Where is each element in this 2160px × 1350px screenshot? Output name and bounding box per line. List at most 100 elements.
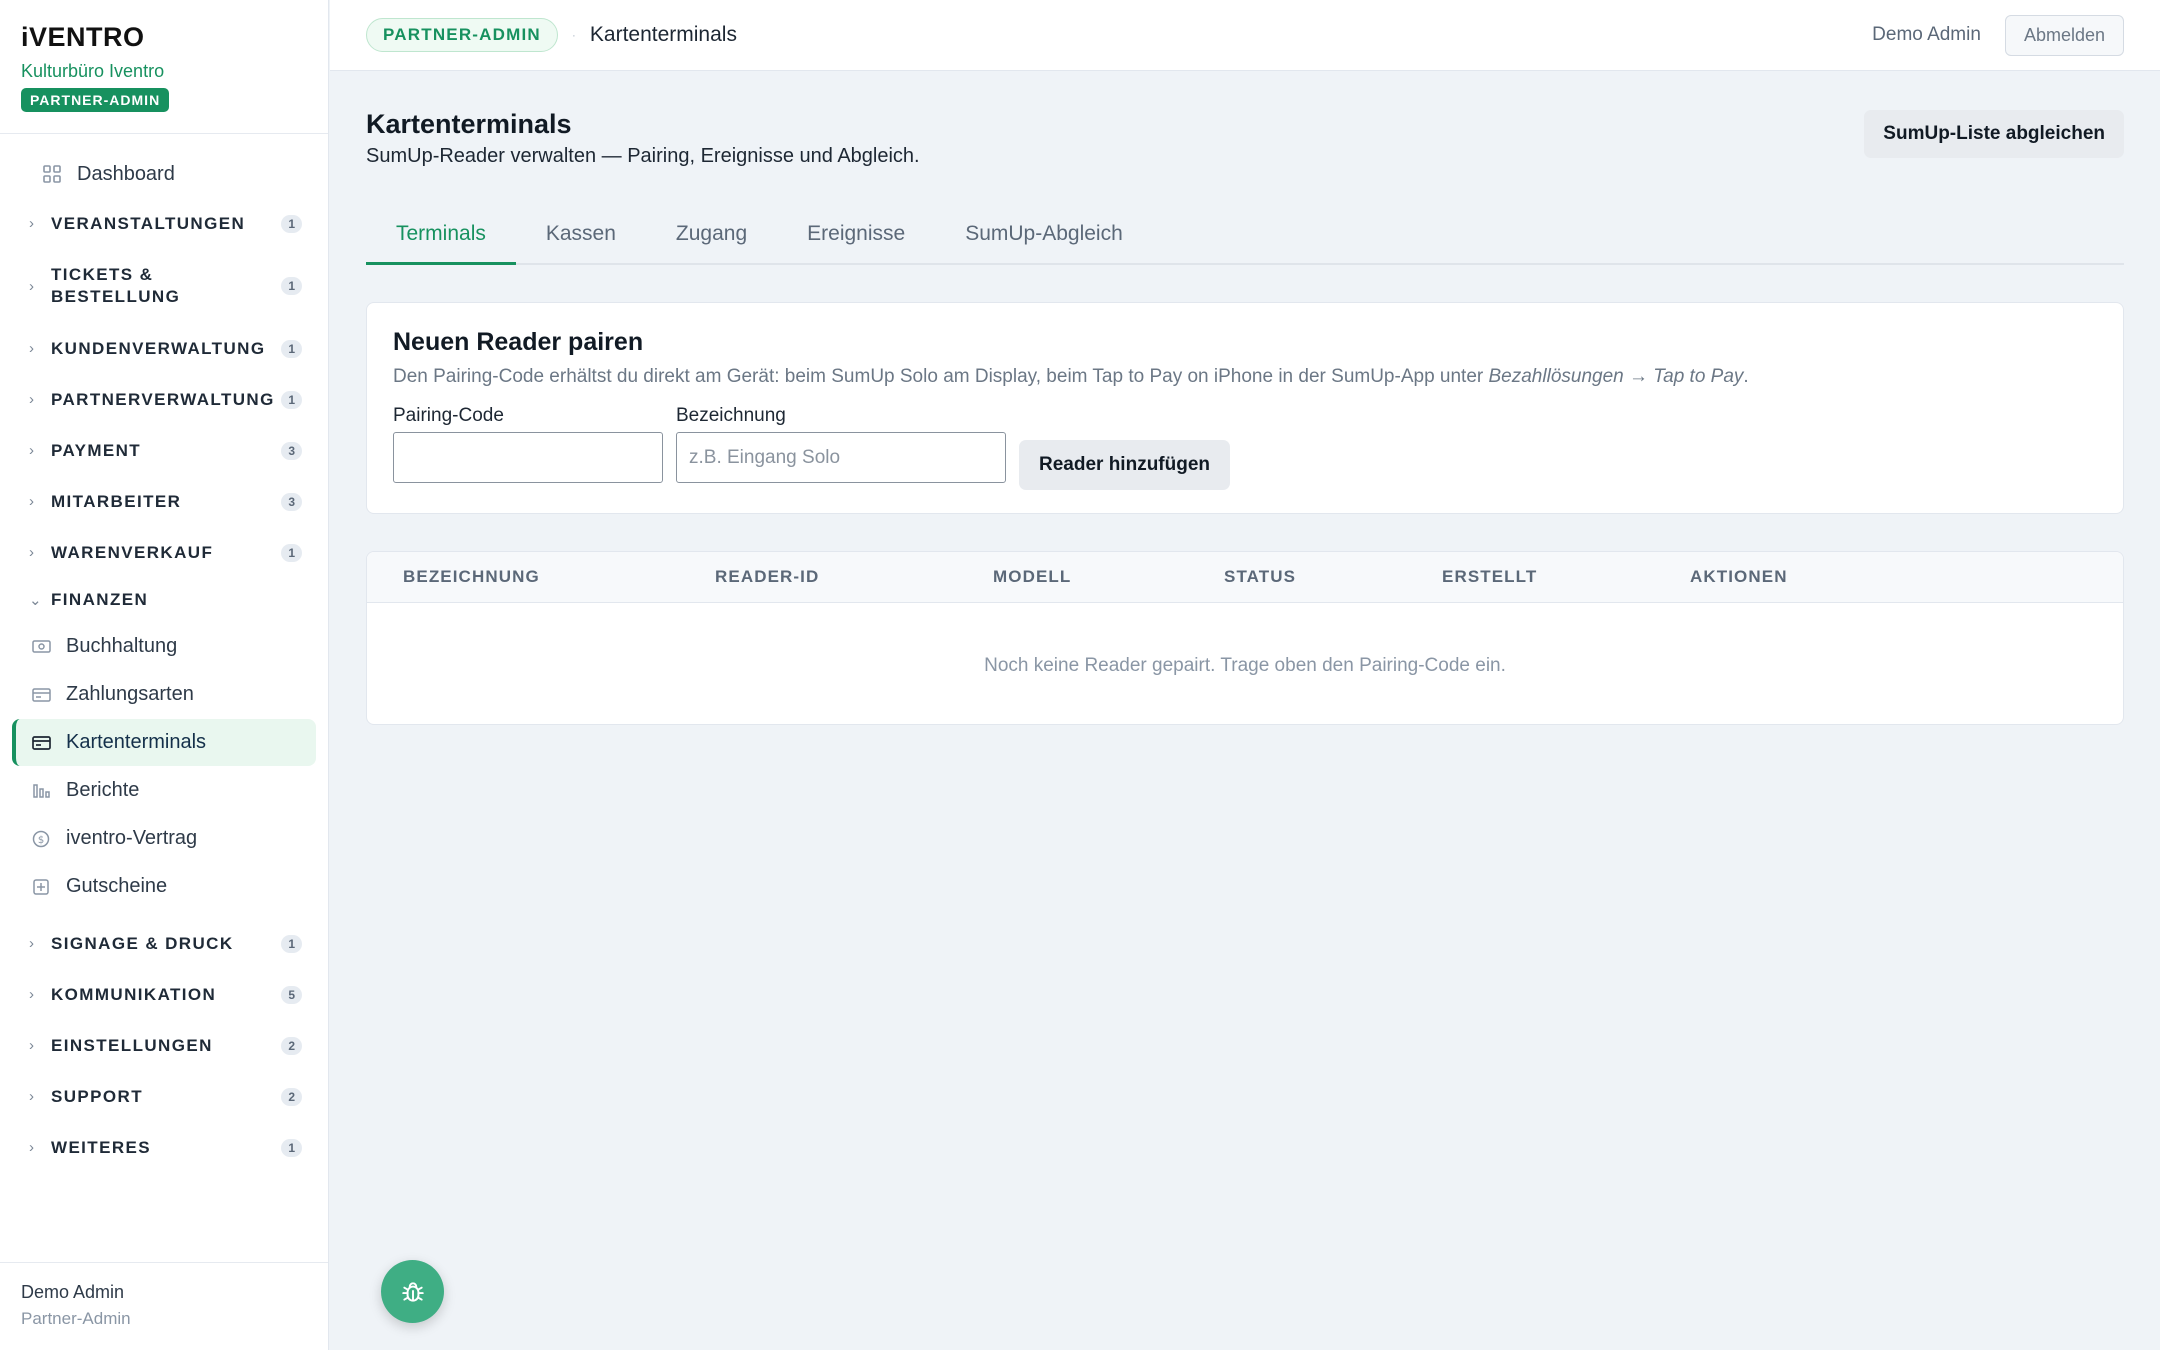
pairing-title: Neuen Reader pairen [393,328,644,356]
pairing-card: Neuen Reader pairen Den Pairing-Code erh… [366,302,2124,514]
sidebar-group-label: EINSTELLUNGEN [51,1035,213,1055]
count-badge: 5 [281,985,302,1004]
sidebar-group-tickets[interactable]: › TICKETS & BESTELLUNG 1 [0,249,328,323]
count-badge: 1 [281,1138,302,1157]
reader-name-input[interactable] [676,432,1006,483]
card-icon [31,686,51,704]
chevron-right-icon: › [29,935,36,952]
sidebar-group-label: VERANSTALTUNGEN [51,213,246,233]
column-header-aktionen: AKTIONEN [1690,567,1788,586]
count-badge: 3 [281,441,302,460]
brand-area: iVENTRO Kulturbüro Iventro PARTNER-ADMIN [0,0,328,134]
chevron-right-icon: › [29,1139,36,1156]
main-content: Kartenterminals SumUp-Reader verwalten —… [366,71,2124,725]
breadcrumb-separator: · [571,28,576,42]
sidebar-group-label: MITARBEITER [51,491,182,511]
sidebar-user-footer: Demo Admin Partner-Admin [0,1262,328,1350]
sidebar-group-payment[interactable]: › PAYMENT 3 [0,425,328,476]
tab-ereignisse[interactable]: Ereignisse [777,222,935,263]
sidebar-group-label: SUPPORT [51,1086,143,1106]
chevron-right-icon: › [29,1088,36,1105]
sidebar-group-signage[interactable]: › SIGNAGE & DRUCK 1 [0,918,328,969]
sidebar-item-label: Berichte [66,779,140,801]
sidebar-group-finanzen[interactable]: ⌄ FINANZEN [0,578,328,622]
user-name: Demo Admin [21,1282,125,1302]
breadcrumb-page: Kartenterminals [589,23,737,46]
sidebar-item-label: Zahlungsarten [66,683,194,705]
sidebar-item-label: Gutscheine [66,875,168,897]
count-badge: 3 [281,492,302,511]
role-pill: PARTNER-ADMIN [366,18,558,52]
count-badge: 1 [281,543,302,562]
table-header: BEZEICHNUNG READER-ID MODELL STATUS ERST… [367,552,2123,603]
sidebar-group-support[interactable]: › SUPPORT 2 [0,1071,328,1122]
sidebar-item-kartenterminals[interactable]: Kartenterminals [12,719,316,766]
count-badge: 1 [281,214,302,233]
column-header-bezeichnung[interactable]: BEZEICHNUNG [367,567,715,587]
column-header-modell[interactable]: MODELL [993,567,1224,587]
sidebar-item-gutscheine[interactable]: Gutscheine [12,863,316,910]
sidebar-group-weiteres[interactable]: › WEITERES 1 [0,1122,328,1173]
svg-text:$: $ [38,835,44,846]
empty-state-message: Noch keine Reader gepairt. Trage oben de… [984,655,1506,676]
chevron-right-icon: › [29,442,36,459]
logout-button[interactable]: Abmelden [2004,14,2124,56]
sidebar-item-iventro-vertrag[interactable]: $ iventro-Vertrag [12,815,316,862]
column-header-erstellt[interactable]: ERSTELLT [1442,567,1690,587]
pairing-description: Den Pairing-Code erhältst du direkt am G… [393,366,2097,388]
bug-report-button[interactable] [381,1260,444,1323]
brand-logo[interactable]: iVENTRO [21,22,307,53]
sidebar-group-einstellungen[interactable]: › EINSTELLUNGEN 2 [0,1020,328,1071]
sidebar-group-warenverkauf[interactable]: › WARENVERKAUF 1 [0,527,328,578]
count-badge: 2 [281,1087,302,1106]
tab-bar: Terminals Kassen Zugang Ereignisse SumUp… [366,181,2124,265]
user-role: Partner-Admin [21,1309,131,1328]
sidebar-group-mitarbeiter[interactable]: › MITARBEITER 3 [0,476,328,527]
chevron-down-icon: ⌄ [29,592,43,609]
sidebar: iVENTRO Kulturbüro Iventro PARTNER-ADMIN… [0,0,329,1350]
pairing-form: Pairing-Code Bezeichnung Reader hinzufüg… [393,405,2097,490]
sidebar-group-kundenverwaltung[interactable]: › KUNDENVERWALTUNG 1 [0,323,328,374]
current-user: Demo Admin [1872,24,1981,45]
tab-sumup-abgleich[interactable]: SumUp-Abgleich [935,222,1153,263]
pairing-description-text: Den Pairing-Code erhältst du direkt am G… [393,366,1489,387]
add-reader-button[interactable]: Reader hinzufügen [1019,440,1231,490]
chevron-right-icon: › [29,986,36,1003]
sidebar-item-buchhaltung[interactable]: Buchhaltung [12,623,316,670]
reader-name-label: Bezeichnung [676,405,786,426]
sidebar-group-label: PAYMENT [51,440,142,460]
page-header: Kartenterminals SumUp-Reader verwalten —… [366,71,2124,181]
sidebar-group-label: WARENVERKAUF [51,542,214,562]
page-title: Kartenterminals [366,109,572,139]
top-bar: PARTNER-ADMIN · Kartenterminals Demo Adm… [330,0,2160,71]
tab-kassen[interactable]: Kassen [516,222,646,263]
chevron-right-icon: › [29,493,36,510]
sidebar-group-label: WEITERES [51,1137,151,1157]
grid-icon [43,165,61,183]
chevron-right-icon: › [29,544,36,561]
sidebar-group-label: TICKETS & BESTELLUNG [51,265,181,306]
count-badge: 1 [281,339,302,358]
count-badge: 2 [281,1036,302,1055]
sidebar-group-partnerverwaltung[interactable]: › PARTNERVERWALTUNG 1 [0,374,328,425]
pairing-description-path: Bezahllösungen → Tap to Pay [1488,366,1744,387]
sidebar-group-label: PARTNERVERWALTUNG [51,389,275,409]
cash-icon [31,638,51,656]
sidebar-group-kommunikation[interactable]: › KOMMUNIKATION 5 [0,969,328,1020]
column-header-status[interactable]: STATUS [1224,567,1442,587]
tab-terminals[interactable]: Terminals [366,222,516,265]
sidebar-item-zahlungsarten[interactable]: Zahlungsarten [12,671,316,718]
chevron-right-icon: › [29,277,36,295]
dollar-circle-icon: $ [31,830,51,848]
sidebar-group-label: KOMMUNIKATION [51,984,217,1004]
sidebar-item-dashboard[interactable]: Dashboard [12,150,316,198]
sumup-sync-button[interactable]: SumUp-Liste abgleichen [1864,110,2124,158]
pairing-code-input[interactable] [393,432,663,483]
sidebar-item-berichte[interactable]: Berichte [12,767,316,814]
page-subtitle: SumUp-Reader verwalten — Pairing, Ereign… [366,145,920,167]
sidebar-group-veranstaltungen[interactable]: › VERANSTALTUNGEN 1 [0,198,328,249]
role-badge: PARTNER-ADMIN [21,88,170,112]
tab-zugang[interactable]: Zugang [646,222,777,263]
chevron-right-icon: › [29,1037,36,1054]
column-header-reader-id[interactable]: READER-ID [715,567,993,587]
